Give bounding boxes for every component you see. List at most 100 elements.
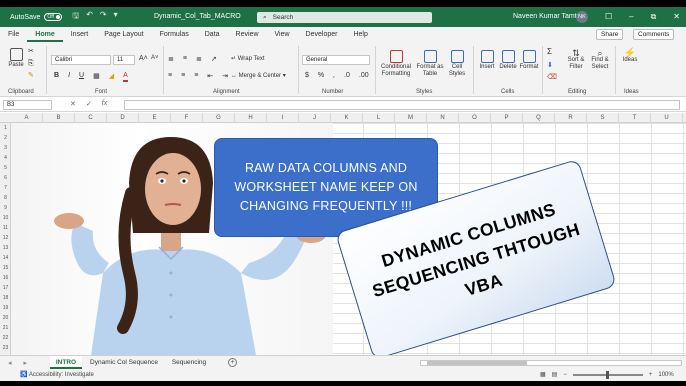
horizontal-scrollbar[interactable] <box>420 360 682 366</box>
bottom-align-icon[interactable]: ≣ <box>196 55 202 63</box>
column-header[interactable]: A <box>11 113 43 123</box>
minimize-icon[interactable]: – <box>629 12 633 22</box>
row-header[interactable]: 10 <box>0 213 11 223</box>
column-header[interactable]: C <box>75 113 107 123</box>
grow-font-icon[interactable]: A˄ <box>139 55 148 62</box>
font-color-icon[interactable]: A <box>123 72 128 82</box>
row-header[interactable]: 13 <box>0 243 11 253</box>
row-header[interactable]: 7 <box>0 183 11 193</box>
column-header[interactable]: S <box>587 113 619 123</box>
underline-icon[interactable]: U <box>79 72 84 82</box>
tab-data[interactable]: Data <box>197 27 228 42</box>
column-header[interactable]: O <box>459 113 491 123</box>
column-header[interactable]: D <box>107 113 139 123</box>
cancel-icon[interactable]: ✕ <box>70 100 76 108</box>
delete-cells-button[interactable]: Delete <box>498 50 518 71</box>
row-header[interactable]: 12 <box>0 233 11 243</box>
tab-view[interactable]: View <box>267 27 298 42</box>
column-header[interactable]: T <box>619 113 651 123</box>
wrap-text-button[interactable]: ↵ Wrap Text <box>231 56 265 63</box>
page-layout-view-icon[interactable]: ▤ <box>552 371 558 378</box>
normal-view-icon[interactable]: ▦ <box>540 371 546 378</box>
top-align-icon[interactable]: ≣ <box>168 55 174 63</box>
font-name-select[interactable]: Calibri <box>51 55 111 65</box>
customize-icon[interactable]: ▾ <box>114 10 118 24</box>
row-header[interactable]: 15 <box>0 263 11 273</box>
border-icon[interactable]: ▦ <box>93 72 100 82</box>
conditional-formatting-button[interactable]: Conditional Formatting <box>378 50 414 78</box>
row-header[interactable]: 18 <box>0 293 11 303</box>
row-header[interactable]: 1 <box>0 123 11 133</box>
tab-home[interactable]: Home <box>27 27 63 42</box>
clear-icon[interactable]: ⌫ <box>547 74 557 81</box>
row-header[interactable]: 14 <box>0 253 11 263</box>
comma-icon[interactable]: ⸴ <box>333 72 335 81</box>
bold-icon[interactable]: B <box>54 72 59 82</box>
ideas-button[interactable]: ⚡ Ideas <box>620 49 640 64</box>
redo-icon[interactable]: ↷ <box>100 10 107 24</box>
shrink-font-icon[interactable]: A˅ <box>151 55 159 62</box>
prev-sheet-icon[interactable]: ◂ <box>8 359 12 367</box>
accessibility-status[interactable]: ♿ Accessibility: Investigate <box>20 371 94 378</box>
row-header[interactable]: 23 <box>0 343 11 353</box>
formula-input[interactable] <box>124 100 680 110</box>
autosum-icon[interactable]: Σ <box>547 48 552 56</box>
zoom-level[interactable]: 100% <box>658 372 673 378</box>
maximize-icon[interactable]: ⧉ <box>651 12 657 22</box>
decrease-decimal-icon[interactable]: .00 <box>359 72 369 81</box>
user-name[interactable]: Naveen Kumar Tamta <box>513 13 581 20</box>
font-size-select[interactable]: 11 <box>113 55 135 65</box>
column-header[interactable]: M <box>395 113 427 123</box>
column-header[interactable]: I <box>267 113 299 123</box>
row-header[interactable]: 5 <box>0 163 11 173</box>
align-center-icon[interactable]: ≡ <box>181 72 185 80</box>
paste-button[interactable]: Paste <box>5 48 27 69</box>
comments-button[interactable]: Comments <box>633 29 675 40</box>
fill-color-icon[interactable]: ◢ <box>109 72 114 82</box>
format-painter-icon[interactable]: ✎ <box>28 72 34 79</box>
copy-icon[interactable]: ⎘ <box>28 60 34 67</box>
merge-center-button[interactable]: ↔ Merge & Center ▾ <box>231 73 286 80</box>
undo-icon[interactable]: ↶ <box>86 10 93 24</box>
column-header[interactable]: G <box>203 113 235 123</box>
insert-cells-button[interactable]: Insert <box>477 50 497 71</box>
avatar[interactable]: NK <box>576 11 588 23</box>
row-header[interactable]: 22 <box>0 333 11 343</box>
fx-icon[interactable]: fx <box>102 100 107 108</box>
column-header[interactable]: F <box>171 113 203 123</box>
find-select-button[interactable]: ⌕ Find & Select <box>588 49 612 71</box>
column-header[interactable]: U <box>651 113 683 123</box>
autosave-toggle[interactable]: Off <box>44 13 63 21</box>
zoom-out-icon[interactable]: − <box>563 372 567 378</box>
column-header[interactable]: K <box>331 113 363 123</box>
row-header[interactable]: 20 <box>0 313 11 323</box>
format-as-table-button[interactable]: Format as Table <box>416 50 444 78</box>
save-icon[interactable]: 🖫 <box>72 10 79 24</box>
close-icon[interactable]: ✕ <box>673 12 680 22</box>
tab-file[interactable]: File <box>0 27 27 42</box>
column-header[interactable]: Q <box>523 113 555 123</box>
fill-icon[interactable]: ⬇ <box>547 62 553 69</box>
sheet-tab-sequencing[interactable]: Sequencing <box>166 356 212 369</box>
align-left-icon[interactable]: ≡ <box>168 72 172 80</box>
enter-icon[interactable]: ✓ <box>86 100 92 108</box>
next-sheet-icon[interactable]: ▸ <box>24 359 28 367</box>
sheet-tab-intro[interactable]: INTRO <box>50 356 82 369</box>
name-box[interactable]: B3 <box>3 100 52 110</box>
sort-filter-button[interactable]: ⇅ Sort & Filter <box>563 49 589 71</box>
column-header[interactable]: B <box>43 113 75 123</box>
ribbon-display-icon[interactable]: ☐ <box>605 12 612 22</box>
column-header[interactable]: J <box>299 113 331 123</box>
currency-icon[interactable]: $ <box>305 72 309 81</box>
row-header[interactable]: 3 <box>0 143 11 153</box>
column-header[interactable]: R <box>555 113 587 123</box>
search-box[interactable]: ⌕ Search <box>257 12 432 23</box>
tab-formulas[interactable]: Formulas <box>152 27 197 42</box>
row-header[interactable]: 19 <box>0 303 11 313</box>
row-header[interactable]: 16 <box>0 273 11 283</box>
row-header[interactable]: 6 <box>0 173 11 183</box>
tab-help[interactable]: Help <box>345 27 375 42</box>
percent-icon[interactable]: % <box>318 72 324 81</box>
zoom-slider[interactable] <box>572 370 643 379</box>
column-header[interactable]: N <box>427 113 459 123</box>
